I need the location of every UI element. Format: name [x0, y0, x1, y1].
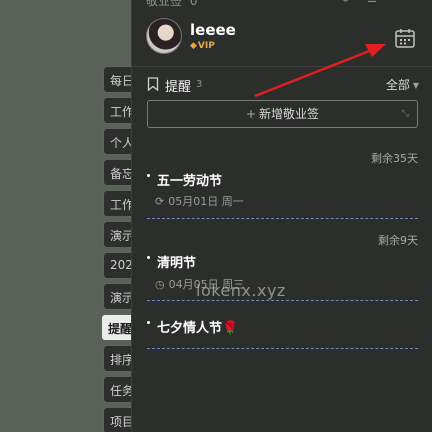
- avatar[interactable]: [146, 18, 182, 54]
- vip-label: VIP: [197, 41, 215, 51]
- add-note-button[interactable]: + 新增敬业签 ⤡: [147, 100, 418, 128]
- bullet-dot: [147, 256, 150, 259]
- reminder-date-text: 05月01日 周一: [168, 195, 244, 208]
- bookmark-icon: [147, 77, 159, 91]
- dashed-separator: [147, 300, 418, 301]
- reminder-panel: 敬业签 0 ⟳☰ leeee ◆VIP 提醒 3 全部▼ +新增敬业签 ⤡: [131, 0, 432, 432]
- filter-label: 全部: [385, 78, 410, 92]
- top-strip: 敬业签 0 ⟳☰: [132, 0, 432, 8]
- reminder-date: ⟳ 05月01日 周一: [155, 193, 244, 209]
- username: leeee: [190, 21, 236, 39]
- repeat-icon: ⟳: [155, 195, 165, 208]
- caret-down-icon: ▼: [412, 81, 419, 90]
- header-divider: [132, 66, 432, 67]
- add-button-label: 新增敬业签: [259, 107, 320, 121]
- filter-dropdown[interactable]: 全部 ▼: [386, 76, 419, 93]
- dashed-separator: [147, 218, 418, 219]
- user-profile: leeee ◆VIP: [146, 18, 426, 58]
- section-title: 提醒: [165, 80, 192, 95]
- window-controls[interactable]: ⟳☰: [342, 0, 393, 5]
- top-count: 0: [189, 0, 198, 8]
- app-title: 敬业签: [146, 0, 183, 8]
- vip-badge: ◆VIP: [190, 41, 215, 51]
- reminder-title: 清明节: [157, 256, 197, 271]
- plus-icon: +: [245, 107, 257, 121]
- dashed-separator: [147, 348, 418, 349]
- expand-icon[interactable]: ⤡: [402, 101, 409, 127]
- bullet-dot: [147, 321, 150, 324]
- calendar-icon[interactable]: [394, 27, 416, 49]
- bullet-dot: [147, 174, 150, 177]
- section-count: 3: [196, 79, 203, 90]
- diamond-icon: ◆: [190, 41, 197, 51]
- watermark-text: lokenx.xyz: [196, 281, 286, 300]
- reminder-title: 七夕情人节🌹: [157, 321, 239, 336]
- section-header: 提醒 3 全部 ▼: [147, 76, 419, 95]
- clock-icon: ◷: [155, 278, 165, 291]
- reminder-title: 五一劳动节: [157, 174, 223, 189]
- remaining-days: 剩余35天: [371, 152, 418, 165]
- remaining-days: 剩余9天: [378, 234, 418, 247]
- side-tab-strip: 每日 工作 个人 备忘 工作 演示 2021 演示 提醒 排序 任务 项目: [0, 0, 140, 432]
